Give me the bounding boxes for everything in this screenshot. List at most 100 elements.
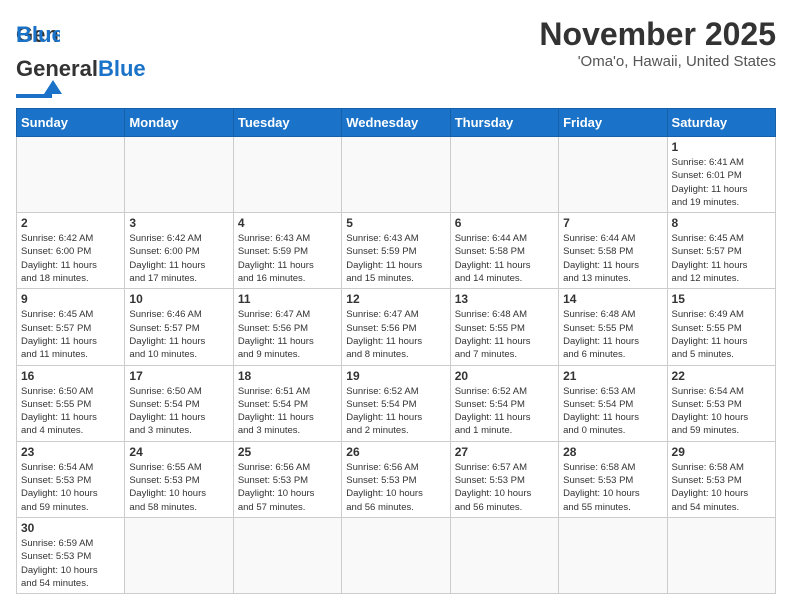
calendar-header-row: SundayMondayTuesdayWednesdayThursdayFrid… — [17, 109, 776, 137]
calendar-cell: 14 Sunrise: 6:48 AM Sunset: 5:55 PM Dayli… — [559, 289, 667, 365]
calendar-cell — [233, 137, 341, 213]
calendar-cell: 4 Sunrise: 6:43 AM Sunset: 5:59 PM Daylig… — [233, 213, 341, 289]
logo: General Blue General Blue — [16, 16, 146, 98]
calendar-cell: 12Sunrise: 6:47 AM Sunset: 5:56 PM Dayli… — [342, 289, 450, 365]
calendar-table: SundayMondayTuesdayWednesdayThursdayFrid… — [16, 108, 776, 594]
day-info: Sunrise: 6:58 AM Sunset: 5:53 PM Dayligh… — [563, 461, 662, 514]
day-number: 15 — [672, 292, 771, 306]
day-info: Sunrise: 6:59 AM Sunset: 5:53 PM Dayligh… — [21, 537, 120, 590]
title-area: November 2025 'Oma'o, Hawaii, United Sta… — [539, 16, 776, 70]
logo-text-general: General — [16, 56, 98, 82]
day-number: 25 — [238, 445, 337, 459]
weekday-header-thursday: Thursday — [450, 109, 558, 137]
day-number: 14 — [563, 292, 662, 306]
weekday-header-friday: Friday — [559, 109, 667, 137]
day-info: Sunrise: 6:45 AM Sunset: 5:57 PM Dayligh… — [21, 308, 120, 361]
day-number: 21 — [563, 369, 662, 383]
calendar-week-0: 1 Sunrise: 6:41 AM Sunset: 6:01 PM Daylig… — [17, 137, 776, 213]
day-info: Sunrise: 6:49 AM Sunset: 5:55 PM Dayligh… — [672, 308, 771, 361]
day-number: 29 — [672, 445, 771, 459]
day-info: Sunrise: 6:56 AM Sunset: 5:53 PM Dayligh… — [238, 461, 337, 514]
day-number: 13 — [455, 292, 554, 306]
weekday-header-monday: Monday — [125, 109, 233, 137]
day-info: Sunrise: 6:47 AM Sunset: 5:56 PM Dayligh… — [238, 308, 337, 361]
day-info: Sunrise: 6:58 AM Sunset: 5:53 PM Dayligh… — [672, 461, 771, 514]
day-info: Sunrise: 6:50 AM Sunset: 5:54 PM Dayligh… — [129, 385, 228, 438]
calendar-cell: 22Sunrise: 6:54 AM Sunset: 5:53 PM Dayli… — [667, 365, 775, 441]
day-info: Sunrise: 6:42 AM Sunset: 6:00 PM Dayligh… — [21, 232, 120, 285]
day-number: 17 — [129, 369, 228, 383]
calendar-cell: 2 Sunrise: 6:42 AM Sunset: 6:00 PM Daylig… — [17, 213, 125, 289]
day-info: Sunrise: 6:44 AM Sunset: 5:58 PM Dayligh… — [563, 232, 662, 285]
day-number: 8 — [672, 216, 771, 230]
day-number: 3 — [129, 216, 228, 230]
calendar-cell — [559, 137, 667, 213]
day-info: Sunrise: 6:43 AM Sunset: 5:59 PM Dayligh… — [238, 232, 337, 285]
calendar-week-3: 16 Sunrise: 6:50 AM Sunset: 5:55 PM Dayli… — [17, 365, 776, 441]
calendar-cell: 7Sunrise: 6:44 AM Sunset: 5:58 PM Daylig… — [559, 213, 667, 289]
calendar-cell: 10Sunrise: 6:46 AM Sunset: 5:57 PM Dayli… — [125, 289, 233, 365]
calendar-cell: 17 Sunrise: 6:50 AM Sunset: 5:54 PM Dayli… — [125, 365, 233, 441]
day-info: Sunrise: 6:51 AM Sunset: 5:54 PM Dayligh… — [238, 385, 337, 438]
svg-text:Blue: Blue — [16, 22, 60, 47]
day-number: 6 — [455, 216, 554, 230]
calendar-cell: 13 Sunrise: 6:48 AM Sunset: 5:55 PM Dayli… — [450, 289, 558, 365]
day-info: Sunrise: 6:54 AM Sunset: 5:53 PM Dayligh… — [672, 385, 771, 438]
calendar-cell: 29 Sunrise: 6:58 AM Sunset: 5:53 PM Dayli… — [667, 441, 775, 517]
day-info: Sunrise: 6:44 AM Sunset: 5:58 PM Dayligh… — [455, 232, 554, 285]
weekday-header-tuesday: Tuesday — [233, 109, 341, 137]
calendar-cell — [342, 137, 450, 213]
weekday-header-wednesday: Wednesday — [342, 109, 450, 137]
day-info: Sunrise: 6:50 AM Sunset: 5:55 PM Dayligh… — [21, 385, 120, 438]
day-number: 4 — [238, 216, 337, 230]
calendar-week-1: 2 Sunrise: 6:42 AM Sunset: 6:00 PM Daylig… — [17, 213, 776, 289]
calendar-cell: 30Sunrise: 6:59 AM Sunset: 5:53 PM Dayli… — [17, 517, 125, 593]
day-info: Sunrise: 6:48 AM Sunset: 5:55 PM Dayligh… — [563, 308, 662, 361]
day-number: 24 — [129, 445, 228, 459]
calendar-cell: 1 Sunrise: 6:41 AM Sunset: 6:01 PM Daylig… — [667, 137, 775, 213]
day-number: 1 — [672, 140, 771, 154]
calendar-cell: 3 Sunrise: 6:42 AM Sunset: 6:00 PM Daylig… — [125, 213, 233, 289]
day-info: Sunrise: 6:54 AM Sunset: 5:53 PM Dayligh… — [21, 461, 120, 514]
calendar-cell — [559, 517, 667, 593]
day-info: Sunrise: 6:45 AM Sunset: 5:57 PM Dayligh… — [672, 232, 771, 285]
calendar-cell — [125, 137, 233, 213]
day-number: 26 — [346, 445, 445, 459]
calendar-cell: 28 Sunrise: 6:58 AM Sunset: 5:53 PM Dayli… — [559, 441, 667, 517]
weekday-header-sunday: Sunday — [17, 109, 125, 137]
calendar-cell — [667, 517, 775, 593]
calendar-cell — [450, 517, 558, 593]
day-number: 9 — [21, 292, 120, 306]
calendar-cell: 11 Sunrise: 6:47 AM Sunset: 5:56 PM Dayli… — [233, 289, 341, 365]
day-info: Sunrise: 6:48 AM Sunset: 5:55 PM Dayligh… — [455, 308, 554, 361]
page-title: November 2025 — [539, 16, 776, 53]
day-number: 18 — [238, 369, 337, 383]
day-number: 16 — [21, 369, 120, 383]
day-info: Sunrise: 6:53 AM Sunset: 5:54 PM Dayligh… — [563, 385, 662, 438]
day-info: Sunrise: 6:55 AM Sunset: 5:53 PM Dayligh… — [129, 461, 228, 514]
page-subtitle: 'Oma'o, Hawaii, United States — [539, 53, 776, 70]
header: General Blue General Blue November 2025 … — [16, 16, 776, 98]
calendar-cell: 23Sunrise: 6:54 AM Sunset: 5:53 PM Dayli… — [17, 441, 125, 517]
calendar-cell: 27Sunrise: 6:57 AM Sunset: 5:53 PM Dayli… — [450, 441, 558, 517]
day-info: Sunrise: 6:43 AM Sunset: 5:59 PM Dayligh… — [346, 232, 445, 285]
calendar-week-4: 23Sunrise: 6:54 AM Sunset: 5:53 PM Dayli… — [17, 441, 776, 517]
day-number: 11 — [238, 292, 337, 306]
day-number: 27 — [455, 445, 554, 459]
weekday-header-saturday: Saturday — [667, 109, 775, 137]
day-info: Sunrise: 6:52 AM Sunset: 5:54 PM Dayligh… — [455, 385, 554, 438]
calendar-cell: 9 Sunrise: 6:45 AM Sunset: 5:57 PM Daylig… — [17, 289, 125, 365]
day-info: Sunrise: 6:46 AM Sunset: 5:57 PM Dayligh… — [129, 308, 228, 361]
calendar-cell: 25 Sunrise: 6:56 AM Sunset: 5:53 PM Dayli… — [233, 441, 341, 517]
day-info: Sunrise: 6:52 AM Sunset: 5:54 PM Dayligh… — [346, 385, 445, 438]
day-number: 28 — [563, 445, 662, 459]
day-number: 20 — [455, 369, 554, 383]
calendar-cell: 20 Sunrise: 6:52 AM Sunset: 5:54 PM Dayli… — [450, 365, 558, 441]
day-number: 2 — [21, 216, 120, 230]
calendar-week-2: 9 Sunrise: 6:45 AM Sunset: 5:57 PM Daylig… — [17, 289, 776, 365]
day-info: Sunrise: 6:41 AM Sunset: 6:01 PM Dayligh… — [672, 156, 771, 209]
day-number: 5 — [346, 216, 445, 230]
day-info: Sunrise: 6:42 AM Sunset: 6:00 PM Dayligh… — [129, 232, 228, 285]
calendar-cell: 26Sunrise: 6:56 AM Sunset: 5:53 PM Dayli… — [342, 441, 450, 517]
calendar-cell — [17, 137, 125, 213]
